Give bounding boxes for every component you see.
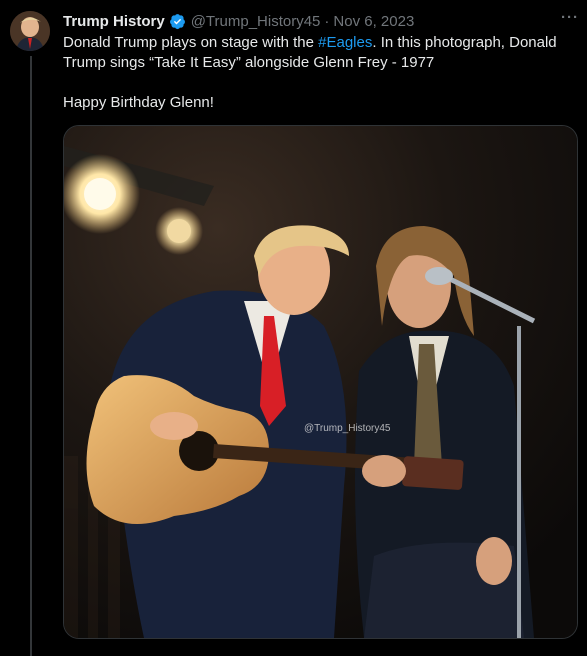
tweet-header: Trump History @Trump_History45 · Nov 6, … bbox=[63, 10, 577, 32]
tweet-paragraph: Donald Trump plays on stage with the #Ea… bbox=[63, 33, 579, 73]
verified-badge-icon bbox=[169, 13, 186, 30]
tweet-image[interactable]: @Trump_History45 bbox=[63, 125, 578, 639]
tweet-paragraph-2: Happy Birthday Glenn! bbox=[63, 94, 214, 111]
tweet-date[interactable]: Nov 6, 2023 bbox=[333, 13, 414, 30]
separator-dot: · bbox=[324, 12, 330, 30]
image-watermark: @Trump_History45 bbox=[304, 423, 391, 434]
more-options-icon[interactable]: ··· bbox=[561, 9, 579, 26]
hashtag-link[interactable]: #Eagles bbox=[318, 34, 372, 51]
author-name[interactable]: Trump History bbox=[63, 13, 165, 30]
author-handle[interactable]: @Trump_History45 bbox=[191, 13, 321, 30]
thread-line bbox=[30, 56, 32, 656]
text-before-hashtag: Donald Trump plays on stage with the bbox=[63, 34, 319, 51]
tweet-text: Donald Trump plays on stage with the #Ea… bbox=[63, 33, 579, 113]
avatar[interactable] bbox=[10, 11, 50, 51]
